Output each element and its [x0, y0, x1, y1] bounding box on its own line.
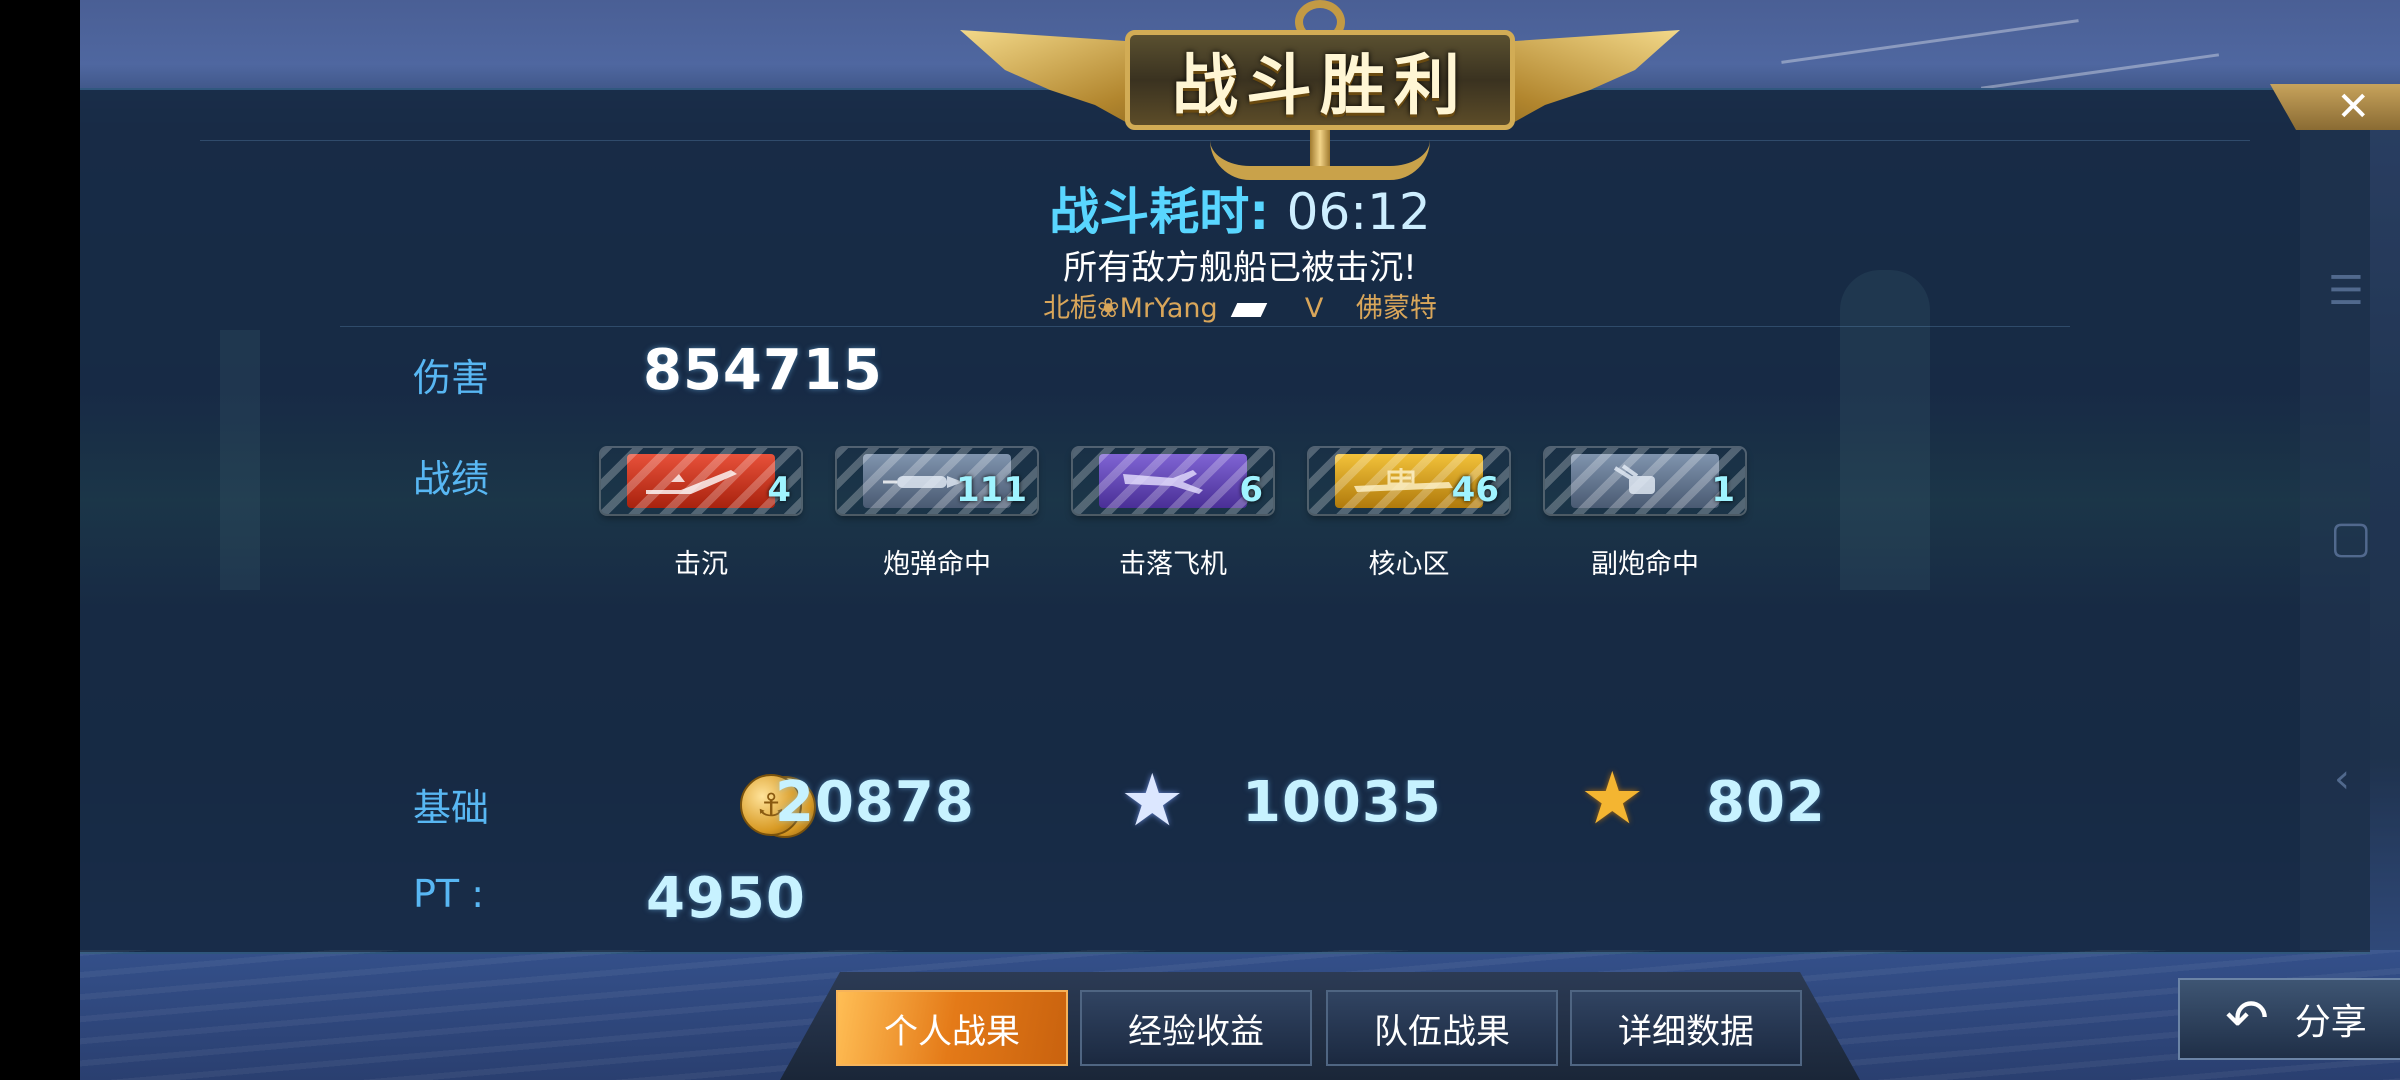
medal-sinking[interactable]: 4: [601, 448, 801, 514]
banner-title: 战斗胜利: [1172, 47, 1468, 124]
vs-label: V: [1304, 293, 1324, 324]
duration-value: 06:12: [1286, 183, 1431, 241]
aircraft-icon: [1123, 470, 1203, 494]
battle-result-screen: ☰ ▢ ‹ 战斗胜利 ✕ 战斗耗时: 06:12 所有敌方舰船已被击沉! 北栀❀…: [80, 0, 2400, 1080]
tab-personal-results[interactable]: 个人战果: [836, 990, 1068, 1066]
background-tower: [220, 330, 260, 590]
silver-star-icon: ★: [1120, 758, 1185, 842]
pt-value: 4950: [646, 866, 806, 931]
secondary-gun-icon: [1613, 464, 1655, 494]
medal-label: 核心区: [1368, 549, 1450, 580]
medal-label: 击落飞机: [1119, 549, 1227, 580]
duration-label: 战斗耗时:: [1049, 183, 1270, 241]
divider: [340, 326, 2070, 327]
medal-label: 副炮命中: [1591, 549, 1699, 580]
medal-count: 6: [1239, 470, 1263, 510]
share-button[interactable]: ↶ 分享: [2178, 978, 2400, 1060]
citadel-icon: [1354, 468, 1453, 492]
battle-message: 所有敌方舰船已被击沉!: [1063, 248, 1417, 288]
opponent-name: 佛蒙特: [1355, 293, 1437, 324]
player-name: 北栀❀MrYang: [1043, 293, 1218, 324]
share-label: 分享: [2294, 1002, 2367, 1043]
home-square-icon[interactable]: ▢: [2330, 512, 2372, 563]
medal-count: 111: [956, 470, 1027, 510]
tab-team-results[interactable]: 队伍战果: [1326, 990, 1558, 1066]
gold-star-icon: ★: [1580, 756, 1645, 840]
pt-label: PT :: [413, 872, 485, 916]
medal-aircraft-downed[interactable]: 6: [1073, 448, 1273, 514]
back-chevron-icon[interactable]: ‹: [2334, 756, 2350, 802]
medal-count: 4: [767, 470, 791, 510]
medal-label: 炮弹命中: [883, 549, 991, 580]
share-arrow-icon: ↶: [2225, 989, 2269, 1049]
sky-streak: [1980, 53, 2220, 90]
medal-secondary-hits[interactable]: 1: [1545, 448, 1745, 514]
victory-banner: 战斗胜利: [960, 0, 1680, 190]
record-label: 战绩: [413, 457, 490, 501]
tab-experience[interactable]: 经验收益: [1080, 990, 1312, 1066]
medal-count: 46: [1451, 470, 1499, 510]
damage-value: 854715: [643, 338, 883, 403]
battle-duration: 战斗耗时: 06:12: [80, 172, 2400, 244]
close-icon: ✕: [2336, 84, 2370, 130]
matchup: 北栀❀MrYang V 佛蒙特: [80, 286, 2400, 325]
sinking-ship-icon: [646, 470, 737, 494]
medal-shell-hits[interactable]: 111: [837, 448, 1037, 514]
medal-citadel[interactable]: 46: [1309, 448, 1509, 514]
tab-detailed-data[interactable]: 详细数据: [1570, 990, 1802, 1066]
ship-class-icon: [1230, 302, 1268, 317]
banner-plaque: 战斗胜利: [1125, 30, 1515, 130]
gold-star-value: 802: [1706, 770, 1826, 835]
base-label: 基础: [413, 786, 490, 830]
medal-label: 击沉: [674, 549, 728, 580]
sky-streak: [1781, 19, 2079, 64]
silver-star-value: 10035: [1242, 770, 1442, 835]
medal-count: 1: [1711, 470, 1735, 510]
damage-label: 伤害: [413, 356, 490, 400]
coins-value: 20878: [775, 770, 975, 835]
